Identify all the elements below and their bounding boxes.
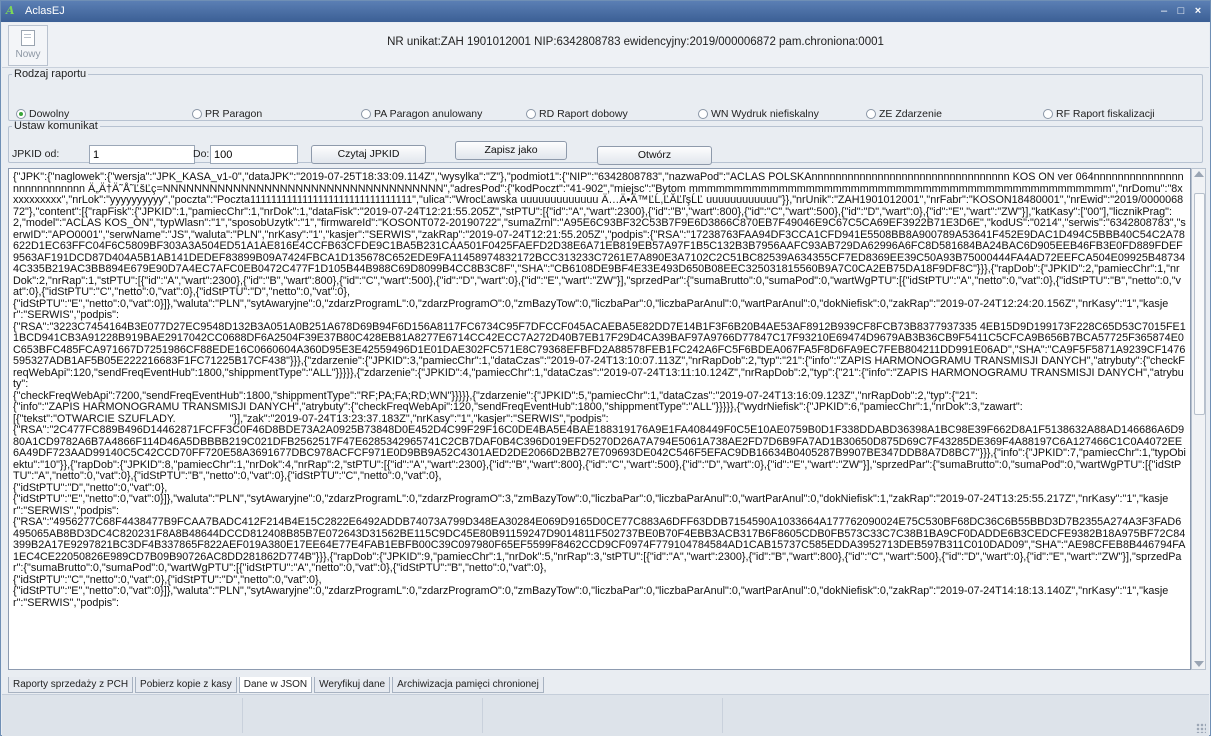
radio-label: Dowolny xyxy=(29,108,70,120)
tab[interactable]: Pobierz kopie z kasy xyxy=(135,677,237,693)
radio-option[interactable]: PR Paragon xyxy=(192,108,262,120)
radio-option[interactable]: PA Paragon anulowany xyxy=(361,108,482,120)
toolbar: Nowy NR unikat:ZAH 1901012001 NIP:634280… xyxy=(2,23,1209,68)
read-jpkid-button[interactable]: Czytaj JPKID xyxy=(311,145,426,164)
tab[interactable]: Dane w JSON xyxy=(238,677,313,693)
json-scrollbar[interactable] xyxy=(1191,168,1206,670)
radio-label: RF Raport fiskalizacji xyxy=(1056,108,1155,120)
status-panel xyxy=(242,698,483,733)
app-window: A AclasEJ – □ × Nowy NR unikat:ZAH 19010… xyxy=(0,0,1211,736)
report-type-legend: Rodzaj raportu xyxy=(14,68,87,80)
jpkid-from-label: JPKID od: xyxy=(12,148,60,160)
radio-label: WN Wydruk niefiskalny xyxy=(711,108,819,120)
radio-circle-icon[interactable] xyxy=(192,109,202,119)
radio-option[interactable]: Dowolny xyxy=(16,108,69,120)
radio-option[interactable]: WN Wydruk niefiskalny xyxy=(698,108,819,120)
radio-circle-icon[interactable] xyxy=(361,109,371,119)
tab[interactable]: Archiwizacja pamięci chronionej xyxy=(392,677,544,693)
radio-label: PR Paragon xyxy=(205,108,263,120)
report-type-group: Rodzaj raportu Dowolny PR Paragon PA Parag… xyxy=(8,68,1203,121)
save-as-button[interactable]: Zapisz jako xyxy=(455,141,567,160)
aclas-app-icon: A xyxy=(6,4,15,17)
maximize-button[interactable]: □ xyxy=(1173,4,1189,18)
scroll-thumb[interactable] xyxy=(1194,193,1205,415)
radio-option[interactable]: RF Raport fiskalizacji xyxy=(1043,108,1155,120)
json-output-textarea[interactable]: {"JPK":{"naglowek":{"wersja":"JPK_KASA_v… xyxy=(8,168,1191,670)
radio-circle-icon[interactable] xyxy=(698,109,708,119)
status-panel xyxy=(482,698,723,733)
radio-circle-icon[interactable] xyxy=(1043,109,1053,119)
tab[interactable]: Raporty sprzedaży z PCH xyxy=(8,677,134,693)
radio-option[interactable]: RD Raport dobowy xyxy=(526,108,628,120)
window-title: AclasEJ xyxy=(25,5,65,17)
close-button[interactable]: × xyxy=(1190,4,1206,18)
minimize-button[interactable]: – xyxy=(1156,4,1172,18)
message-group: Ustaw komunikat JPKID od: Do: Czytaj JPK… xyxy=(8,120,1203,165)
tab[interactable]: Weryfikuj dane xyxy=(314,677,391,693)
scroll-up-icon[interactable] xyxy=(1194,171,1204,177)
status-panel xyxy=(2,698,243,733)
jpkid-from-input[interactable] xyxy=(89,145,195,164)
device-info: NR unikat:ZAH 1901012001 NIP:6342808783 … xyxy=(387,36,884,48)
open-button[interactable]: Otwórz xyxy=(597,146,712,165)
jpkid-to-input[interactable] xyxy=(210,145,298,164)
radio-label: ZE Zdarzenie xyxy=(879,108,943,120)
scroll-down-icon[interactable] xyxy=(1194,661,1204,667)
radio-circle-icon[interactable] xyxy=(526,109,536,119)
radio-label: RD Raport dobowy xyxy=(539,108,628,120)
radio-circle-icon[interactable] xyxy=(866,109,876,119)
message-legend: Ustaw komunikat xyxy=(14,120,98,132)
new-button-label: Nowy xyxy=(15,49,41,60)
status-bar xyxy=(2,694,1209,736)
tab-strip: Raporty sprzedaży z PCH Pobierz kopie z k… xyxy=(8,677,546,694)
title-bar[interactable]: A AclasEJ – □ × xyxy=(1,1,1210,22)
radio-circle-icon[interactable] xyxy=(16,109,26,119)
jpkid-to-label: Do: xyxy=(193,148,210,160)
resize-grip-icon[interactable] xyxy=(1196,723,1206,733)
radio-option[interactable]: ZE Zdarzenie xyxy=(866,108,942,120)
radio-label: PA Paragon anulowany xyxy=(374,108,483,120)
